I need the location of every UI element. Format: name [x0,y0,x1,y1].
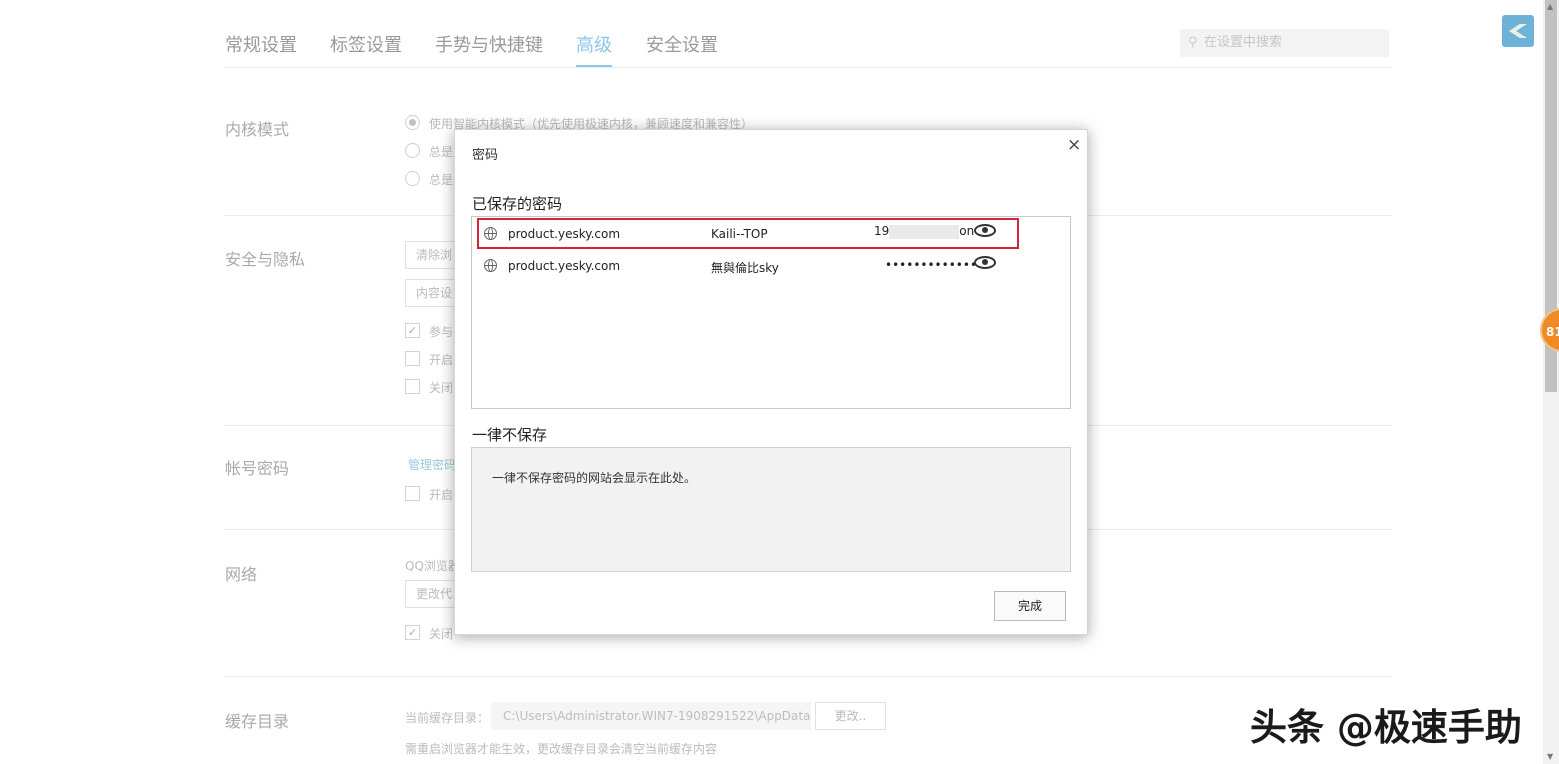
done-button[interactable]: 完成 [994,591,1066,621]
scroll-down-icon[interactable]: ▼ [1547,752,1553,761]
highlight-box [477,218,1019,249]
never-save-list: 一律不保存密码的网站会显示在此处。 [471,447,1071,572]
tab-advanced[interactable]: 高级 [576,31,612,57]
password-row[interactable]: product.yesky.com 無與倫比sky ••••••••••••• [472,251,1070,281]
checkbox-close[interactable] [405,379,420,394]
section-cache-label: 缓存目录 [225,712,290,731]
radio-kernel-2[interactable] [405,143,420,158]
tabs-divider [224,67,1392,68]
password-site: product.yesky.com [508,259,621,273]
globe-icon [484,259,497,272]
radio-kernel-2-label: 总是 [429,145,454,159]
section-account-label: 帐号密码 [225,459,290,478]
cache-path-field[interactable]: C:\Users\Administrator.WIN7-1908291522\A… [491,702,811,730]
network-description: QQ浏览器 [405,559,460,573]
checkbox-account-enable[interactable] [405,486,420,501]
change-cache-button[interactable]: 更改.. [815,702,886,730]
close-icon[interactable]: × [1067,135,1081,155]
search-placeholder: 在设置中搜索 [1204,35,1283,50]
cache-note: 需重启浏览器才能生效，更改缓存目录会清空当前缓存内容 [405,742,718,756]
tab-gestures[interactable]: 手势与快捷键 [435,31,543,57]
password-masked: ••••••••••••• [885,258,978,272]
watermark: 头条 @极速手助 [1250,706,1522,749]
section-kernel-label: 内核模式 [225,120,290,139]
tab-general[interactable]: 常规设置 [225,31,297,57]
tab-tabs[interactable]: 标签设置 [330,31,402,57]
radio-kernel-3-label: 总是 [429,173,454,187]
checkbox-account-enable-label: 开启 [429,488,454,502]
settings-search-input[interactable]: ⚲ 在设置中搜索 [1180,29,1389,57]
cache-current-label: 当前缓存目录： [405,711,490,725]
radio-kernel-3[interactable] [405,171,420,186]
never-save-heading: 一律不保存 [472,426,548,444]
browser-logo-icon[interactable] [1502,15,1534,47]
tab-security[interactable]: 安全设置 [646,31,718,57]
saved-passwords-heading: 已保存的密码 [472,195,563,213]
password-dialog: 密码 × 已保存的密码 product.yesky.com Kaili--TOP… [454,129,1088,635]
checkbox-participate[interactable]: ✓ [405,323,420,338]
checkbox-close-label: 关闭 [429,381,454,395]
checkbox-participate-label: 参与 [429,325,454,339]
scroll-up-icon[interactable]: ▲ [1547,2,1553,11]
section-divider [224,676,1392,677]
show-password-eye-icon[interactable] [974,256,996,269]
section-network-label: 网络 [225,565,258,584]
radio-smart-kernel[interactable] [405,115,420,130]
section-security-label: 安全与隐私 [225,250,306,269]
password-username: 無與倫比sky [711,261,779,275]
checkbox-enable[interactable] [405,351,420,366]
checkbox-network-close[interactable]: ✓ [405,625,420,640]
search-icon: ⚲ [1188,35,1198,50]
checkbox-enable-label: 开启 [429,353,454,367]
never-save-empty-text: 一律不保存密码的网站会显示在此处。 [492,471,697,485]
checkbox-network-close-label: 关闭 [429,627,454,641]
dialog-title: 密码 [472,148,499,163]
manage-passwords-link[interactable]: 管理密码 [408,456,456,473]
